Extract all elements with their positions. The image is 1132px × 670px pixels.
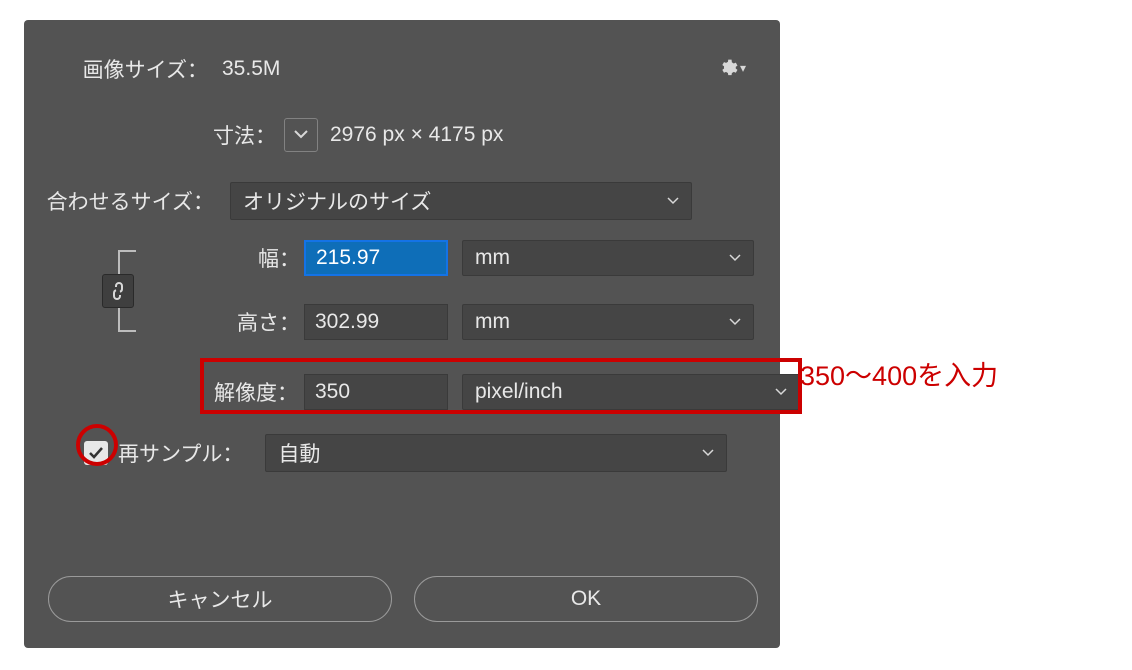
height-unit-select[interactable]: mm xyxy=(462,304,754,340)
dimensions-label: 寸法 xyxy=(24,120,284,150)
row-height: 高さ mm xyxy=(140,304,754,340)
constrain-proportions-button[interactable] xyxy=(102,274,134,308)
ok-button[interactable]: OK xyxy=(414,576,758,622)
gear-icon xyxy=(718,58,738,78)
resolution-unit-value: pixel/inch xyxy=(475,380,563,404)
chevron-down-icon xyxy=(702,449,714,457)
height-unit-value: mm xyxy=(475,310,510,334)
chevron-down-icon xyxy=(775,388,787,396)
chevron-down-icon xyxy=(729,254,741,262)
height-input[interactable] xyxy=(304,304,448,340)
row-dimensions: 寸法 2976 px × 4175 px xyxy=(24,118,780,152)
fit-to-value: オリジナルのサイズ xyxy=(243,186,431,216)
settings-gear-button[interactable]: ▾ xyxy=(718,54,746,82)
button-row: キャンセル OK xyxy=(48,576,758,622)
fit-to-select[interactable]: オリジナルのサイズ xyxy=(230,182,692,220)
row-resolution: 解像度 pixel/inch xyxy=(204,366,800,418)
chevron-down-icon xyxy=(729,318,741,326)
width-input[interactable] xyxy=(304,240,448,276)
dimensions-value: 2976 px × 4175 px xyxy=(330,123,503,147)
resample-method-select[interactable]: 自動 xyxy=(265,434,727,472)
dimensions-unit-dropdown[interactable] xyxy=(284,118,318,152)
chevron-down-icon xyxy=(294,130,308,140)
resample-label: 再サンプル xyxy=(118,438,243,468)
image-size-value: 35.5M xyxy=(222,57,280,81)
image-size-label: 画像サイズ xyxy=(24,54,216,84)
fit-to-label: 合わせるサイズ xyxy=(24,186,222,216)
width-unit-value: mm xyxy=(475,246,510,270)
resolution-unit-select[interactable]: pixel/inch xyxy=(462,374,800,410)
row-image-size: 画像サイズ 35.5M ▾ xyxy=(24,54,780,84)
width-label: 幅 xyxy=(140,243,304,273)
resample-checkbox[interactable] xyxy=(84,441,108,465)
resolution-label: 解像度 xyxy=(204,377,298,407)
link-icon xyxy=(111,281,125,301)
cancel-button[interactable]: キャンセル xyxy=(48,576,392,622)
check-icon xyxy=(88,445,104,461)
row-resample: 再サンプル 自動 xyxy=(84,434,727,472)
link-indicator xyxy=(94,242,140,340)
resolution-input[interactable] xyxy=(304,374,448,410)
image-size-dialog: 画像サイズ 35.5M ▾ 寸法 2976 px × 4175 px 合わせるサ… xyxy=(24,20,780,648)
width-unit-select[interactable]: mm xyxy=(462,240,754,276)
height-label: 高さ xyxy=(140,307,304,337)
row-fit-to: 合わせるサイズ オリジナルのサイズ xyxy=(24,182,780,220)
resample-method-value: 自動 xyxy=(278,438,320,468)
chevron-down-icon xyxy=(667,197,679,205)
width-height-group: 幅 mm 高さ mm xyxy=(94,234,766,350)
row-width: 幅 mm xyxy=(140,240,754,276)
annotation-text: 350〜400を入力 xyxy=(800,354,998,393)
